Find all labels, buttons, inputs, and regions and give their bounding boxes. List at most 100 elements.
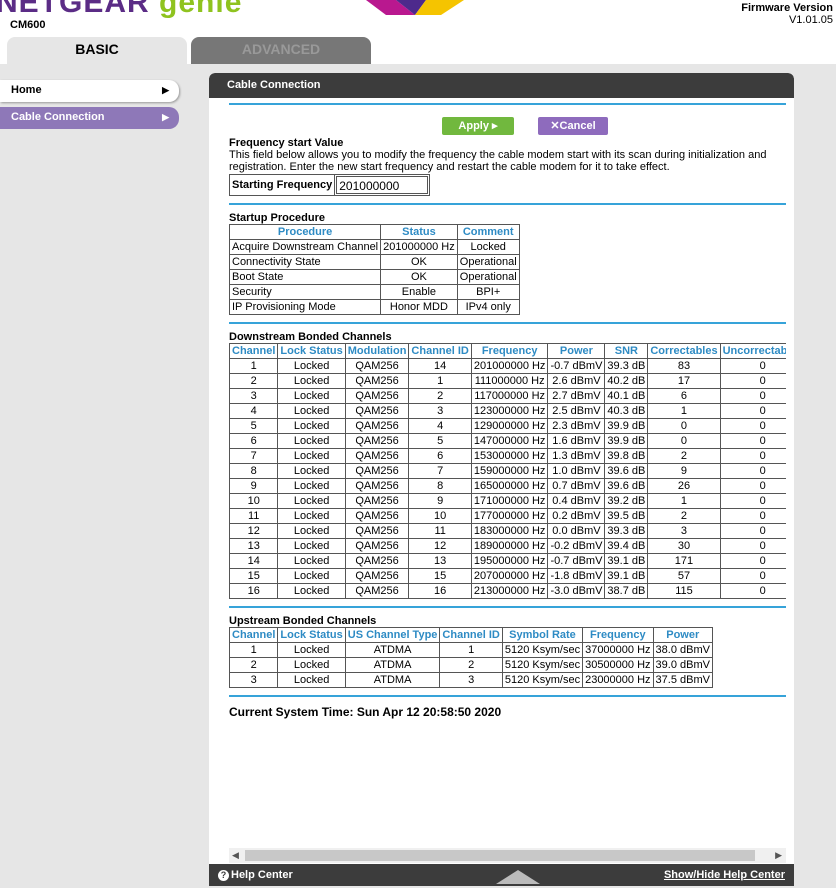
- table-cell: 8: [408, 478, 472, 494]
- table-cell: Security: [228, 284, 382, 300]
- table-cell: 16: [408, 583, 472, 599]
- horizontal-scrollbar[interactable]: ◀ ▶: [229, 848, 786, 863]
- table-cell: 39.2 dB: [604, 493, 649, 509]
- tab-advanced[interactable]: ADVANCED: [191, 37, 371, 64]
- scrollbar-thumb[interactable]: [245, 850, 755, 861]
- table-cell: 9: [647, 463, 721, 479]
- table-cell: 0: [647, 418, 721, 434]
- table-cell: 0: [719, 538, 786, 554]
- table-cell: Locked: [277, 657, 346, 673]
- startup-section-title: Startup Procedure: [229, 212, 325, 224]
- table-cell: 165000000 Hz: [470, 478, 549, 494]
- table-cell: 57: [647, 568, 721, 584]
- table-cell: 0: [719, 433, 786, 449]
- table-cell: 3: [647, 523, 721, 539]
- table-cell: 14: [229, 553, 279, 569]
- table-cell: Locked: [277, 478, 346, 494]
- table-cell: 2: [439, 657, 503, 673]
- column-header: Lock Status: [277, 627, 346, 643]
- table-cell: 17: [647, 373, 721, 389]
- table-cell: 1: [647, 493, 721, 509]
- table-row: 4 Locked QAM256 3 123000000 Hz 2.5 dBmV 40.3 d…: [229, 403, 786, 419]
- table-cell: 2: [228, 657, 279, 673]
- table-cell: 0.2 dBmV: [547, 508, 606, 524]
- table-cell: QAM256: [344, 538, 410, 554]
- header: NETGEAR genie CM600 Firmware Version V1.…: [0, 0, 836, 64]
- table-cell: 7: [408, 463, 472, 479]
- table-cell: QAM256: [344, 568, 410, 584]
- column-header: SNR: [604, 343, 649, 359]
- apply-button[interactable]: Apply ▸: [442, 117, 514, 135]
- table-cell: 5120 Ksym/sec: [501, 657, 584, 673]
- sidebar-item-cable-connection[interactable]: Cable Connection ▶: [0, 107, 179, 129]
- table-cell: 1: [439, 642, 503, 658]
- table-cell: 39.9 dB: [604, 418, 649, 434]
- sidebar-item-home[interactable]: Home ▶: [0, 80, 179, 102]
- table-cell: 1.6 dBmV: [547, 433, 606, 449]
- col-procedure: Procedure: [228, 224, 382, 240]
- table-row: Connectivity State OK Operational: [228, 254, 520, 270]
- tab-basic[interactable]: BASIC: [7, 37, 187, 64]
- table-cell: 39.1 dB: [604, 568, 649, 584]
- model-name: CM600: [10, 19, 46, 31]
- table-row: 7 Locked QAM256 6 153000000 Hz 1.3 dBmV 39.8 d…: [229, 448, 786, 464]
- table-cell: QAM256: [344, 418, 410, 434]
- table-cell: Operational: [456, 254, 520, 270]
- col-status: Status: [380, 224, 458, 240]
- help-footer: ? Help Center Show/Hide Help Center: [209, 864, 794, 886]
- table-cell: 117000000 Hz: [470, 388, 549, 404]
- table-cell: 0: [719, 448, 786, 464]
- column-header: Channel ID: [439, 627, 503, 643]
- table-cell: 2.6 dBmV: [547, 373, 606, 389]
- table-cell: 201000000 Hz: [380, 239, 458, 255]
- table-cell: 13: [408, 553, 472, 569]
- table-cell: -0.7 dBmV: [547, 553, 606, 569]
- table-cell: 30: [647, 538, 721, 554]
- expand-up-icon[interactable]: [496, 870, 540, 884]
- table-cell: 39.1 dB: [604, 553, 649, 569]
- help-center-link[interactable]: ? Help Center: [218, 869, 293, 881]
- table-cell: QAM256: [344, 463, 410, 479]
- table-cell: Honor MDD: [380, 299, 458, 315]
- table-cell: 4: [229, 403, 279, 419]
- table-cell: QAM256: [344, 388, 410, 404]
- table-cell: 1: [228, 642, 279, 658]
- table-cell: 15: [229, 568, 279, 584]
- table-cell: 11: [229, 508, 279, 524]
- table-cell: Locked: [277, 433, 346, 449]
- table-cell: QAM256: [344, 433, 410, 449]
- table-cell: 4: [408, 418, 472, 434]
- show-hide-help-center-link[interactable]: Show/Hide Help Center: [664, 869, 785, 881]
- starting-frequency-label: Starting Frequency: [230, 175, 336, 195]
- table-cell: 11: [408, 523, 472, 539]
- table-row: 2 Locked ATDMA 2 5120 Ksym/sec 30500000 Hz 39.…: [228, 657, 713, 673]
- table-cell: Locked: [456, 239, 520, 255]
- table-cell: 6: [647, 388, 721, 404]
- scroll-right-icon[interactable]: ▶: [775, 848, 782, 863]
- table-cell: 6: [229, 433, 279, 449]
- divider: [229, 695, 786, 697]
- column-header: US Channel Type: [344, 627, 441, 643]
- starting-frequency-input[interactable]: 201000000: [336, 176, 429, 194]
- table-row: 11 Locked QAM256 10 177000000 Hz 0.2 dBmV 39.5…: [229, 508, 786, 524]
- table-cell: 38.0 dBmV: [652, 642, 713, 658]
- upstream-table: Channel Lock Status US Channel Type Channel…: [228, 627, 713, 688]
- table-cell: 5: [229, 418, 279, 434]
- table-cell: Boot State: [228, 269, 382, 285]
- cancel-button[interactable]: ✕Cancel: [538, 117, 608, 135]
- table-cell: QAM256: [344, 553, 410, 569]
- table-cell: Locked: [277, 463, 346, 479]
- table-row: IP Provisioning Mode Honor MDD IPv4 only: [228, 299, 520, 315]
- table-cell: 0.7 dBmV: [547, 478, 606, 494]
- table-cell: 159000000 Hz: [470, 463, 549, 479]
- table-cell: QAM256: [344, 448, 410, 464]
- table-cell: 2: [647, 508, 721, 524]
- scroll-left-icon[interactable]: ◀: [232, 848, 239, 863]
- table-cell: Locked: [277, 568, 346, 584]
- downstream-table: Channel Lock Status Modulation Channel ID Fr…: [229, 343, 786, 599]
- table-cell: 10: [229, 493, 279, 509]
- table-cell: 1: [647, 403, 721, 419]
- table-cell: 7: [229, 448, 279, 464]
- sidebar: Home ▶ Cable Connection ▶: [0, 80, 182, 134]
- table-row: Acquire Downstream Channel 201000000 Hz Lo…: [228, 239, 520, 255]
